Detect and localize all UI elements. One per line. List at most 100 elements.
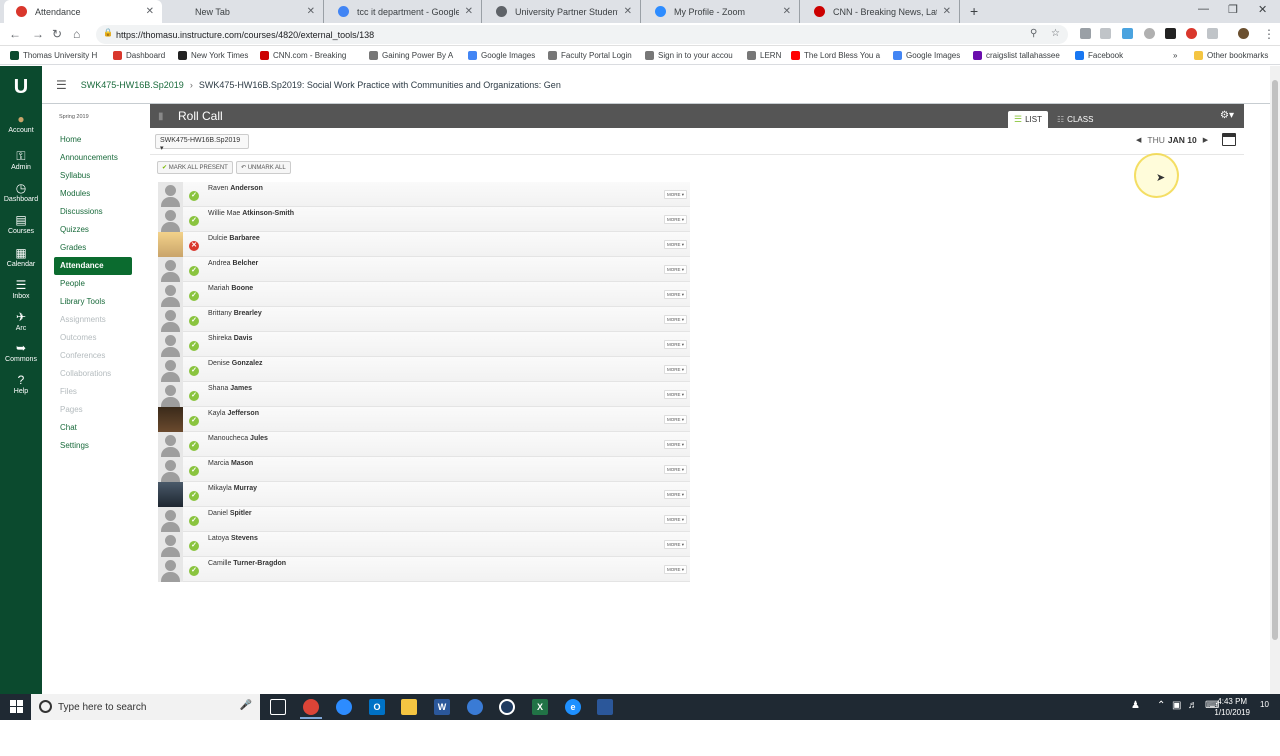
student-row[interactable]: ✓ Camille Turner-Bragdon MORE ▾: [158, 557, 690, 582]
app-icon[interactable]: [499, 699, 515, 715]
extension-icon[interactable]: [1165, 28, 1176, 39]
volume-icon[interactable]: ♬: [1188, 700, 1198, 711]
page-scrollbar[interactable]: [1270, 66, 1280, 694]
course-nav-item[interactable]: Syllabus: [54, 167, 132, 185]
reload-icon[interactable]: ↻: [52, 27, 62, 41]
present-check-icon[interactable]: ✓: [189, 291, 199, 301]
bookmark-item[interactable]: Thomas University H: [10, 51, 97, 60]
course-nav-item[interactable]: Quizzes: [54, 221, 132, 239]
course-nav-item[interactable]: Announcements: [54, 149, 132, 167]
breadcrumb-page[interactable]: SWK475-HW16B.Sp2019: Social Work Practic…: [199, 80, 561, 90]
course-nav-item[interactable]: Library Tools: [54, 293, 132, 311]
global-nav-account[interactable]: ● Account: [0, 113, 42, 135]
bookmark-item[interactable]: craigslist tallahassee: [973, 51, 1060, 60]
global-nav-commons[interactable]: ➥ Commons: [0, 342, 42, 364]
more-button[interactable]: MORE ▾: [663, 215, 687, 224]
profile-avatar[interactable]: [1238, 28, 1249, 39]
student-row[interactable]: ✓ Shana James MORE ▾: [158, 382, 690, 407]
browser-tab[interactable]: University Partner Students - Tallahasse…: [484, 0, 641, 23]
minimize-button[interactable]: —: [1198, 3, 1209, 15]
class-view-tab[interactable]: ☷ CLASS: [1057, 115, 1093, 124]
taskbar-search[interactable]: Type here to search 🎤: [31, 694, 260, 720]
student-row[interactable]: ✓ Manoucheca Jules MORE ▾: [158, 432, 690, 457]
home-icon[interactable]: ⌂: [73, 27, 80, 41]
word-doc-icon[interactable]: [597, 699, 613, 715]
cloud-extension-icon[interactable]: [1122, 28, 1133, 39]
present-check-icon[interactable]: ✓: [189, 416, 199, 426]
global-nav-dashboard[interactable]: ◷ Dashboard: [0, 182, 42, 204]
bookmark-item[interactable]: Sign in to your accou: [645, 51, 733, 60]
file-explorer-icon[interactable]: [401, 699, 417, 715]
present-check-icon[interactable]: ✓: [189, 391, 199, 401]
other-bookmarks[interactable]: Other bookmarks: [1194, 51, 1268, 60]
browser-tab[interactable]: New Tab ✕: [164, 0, 324, 23]
present-check-icon[interactable]: ✓: [189, 266, 199, 276]
gear-icon[interactable]: ⚙▾: [1220, 110, 1234, 121]
tray-overflow-icon[interactable]: ⌃: [1157, 700, 1165, 711]
present-check-icon[interactable]: ✓: [189, 366, 199, 376]
student-row[interactable]: ✓ Andrea Belcher MORE ▾: [158, 257, 690, 282]
student-row[interactable]: ✓ Daniel Spitler MORE ▾: [158, 507, 690, 532]
more-button[interactable]: MORE ▾: [663, 565, 687, 574]
course-nav-item[interactable]: Chat: [54, 419, 132, 437]
extension-icon[interactable]: [1100, 28, 1111, 39]
present-check-icon[interactable]: ✓: [189, 491, 199, 501]
date-label[interactable]: JAN 10: [1168, 135, 1197, 145]
global-nav-calendar[interactable]: ▦ Calendar: [0, 247, 42, 269]
student-row[interactable]: ✓ Mikayla Murray MORE ▾: [158, 482, 690, 507]
section-select[interactable]: SWK475-HW16B.Sp2019 ▾: [155, 134, 249, 152]
network-icon[interactable]: ▣: [1172, 700, 1181, 711]
edge-icon[interactable]: e: [565, 699, 581, 715]
extension-icon[interactable]: [1207, 28, 1218, 39]
course-nav-item[interactable]: Home: [54, 131, 132, 149]
more-button[interactable]: MORE ▾: [663, 540, 687, 549]
previous-date-icon[interactable]: ◀: [1136, 136, 1141, 144]
more-button[interactable]: MORE ▾: [663, 515, 687, 524]
more-button[interactable]: MORE ▾: [663, 240, 687, 249]
bookmarks-overflow[interactable]: »: [1173, 51, 1177, 60]
bookmark-item[interactable]: Gaining Power By A: [369, 51, 453, 60]
present-check-icon[interactable]: ✓: [189, 466, 199, 476]
bookmark-item[interactable]: Google Images: [893, 51, 960, 60]
close-window-button[interactable]: ✕: [1258, 3, 1267, 16]
bookmark-star-icon[interactable]: ☆: [1051, 28, 1060, 39]
global-nav-inbox[interactable]: ☰ Inbox: [0, 279, 42, 301]
course-nav-item[interactable]: Modules: [54, 185, 132, 203]
browser-tab[interactable]: tcc it department - Google Search ✕: [326, 0, 482, 23]
outlook-icon[interactable]: O: [369, 699, 385, 715]
bookmark-item[interactable]: Google Images: [468, 51, 535, 60]
course-nav-item[interactable]: Discussions: [54, 203, 132, 221]
student-row[interactable]: ✓ Marcia Mason MORE ▾: [158, 457, 690, 482]
present-check-icon[interactable]: ✓: [189, 441, 199, 451]
maximize-button[interactable]: ❐: [1228, 3, 1238, 16]
people-icon[interactable]: ♟: [1131, 700, 1140, 711]
course-nav-item[interactable]: People: [54, 275, 132, 293]
next-date-icon[interactable]: ▶: [1203, 136, 1208, 144]
absent-x-icon[interactable]: ✕: [189, 241, 199, 251]
extension-icon[interactable]: [1144, 28, 1155, 39]
student-row[interactable]: ✓ Latoya Stevens MORE ▾: [158, 532, 690, 557]
global-nav-admin[interactable]: ⚿ Admin: [0, 150, 42, 172]
bookmark-item[interactable]: New York Times: [178, 51, 248, 60]
close-tab-icon[interactable]: ✕: [943, 6, 951, 17]
browser-tab[interactable]: Attendance ✕: [4, 0, 162, 23]
more-button[interactable]: MORE ▾: [663, 490, 687, 499]
bookmark-item[interactable]: Dashboard: [113, 51, 165, 60]
microphone-icon[interactable]: 🎤: [240, 700, 252, 711]
extension-icon[interactable]: [1080, 28, 1091, 39]
close-tab-icon[interactable]: ✕: [624, 6, 632, 17]
student-row[interactable]: ✓ Shireka Davis MORE ▾: [158, 332, 690, 357]
more-button[interactable]: MORE ▾: [663, 440, 687, 449]
unmark-all-button[interactable]: ↶ UNMARK ALL: [236, 161, 291, 174]
word-icon[interactable]: W: [434, 699, 450, 715]
course-nav-item[interactable]: Grades: [54, 239, 132, 257]
address-bar[interactable]: 🔒 https://thomasu.instructure.com/course…: [96, 25, 1068, 44]
course-nav-item[interactable]: Attendance: [54, 257, 132, 275]
hamburger-menu-icon[interactable]: ☰: [56, 78, 67, 92]
global-nav-courses[interactable]: ▤ Courses: [0, 214, 42, 236]
task-view-icon[interactable]: [270, 699, 286, 715]
close-tab-icon[interactable]: ✕: [465, 6, 473, 17]
present-check-icon[interactable]: ✓: [189, 516, 199, 526]
global-nav-help[interactable]: ? Help: [0, 374, 42, 396]
calendar-icon[interactable]: [1222, 133, 1237, 146]
